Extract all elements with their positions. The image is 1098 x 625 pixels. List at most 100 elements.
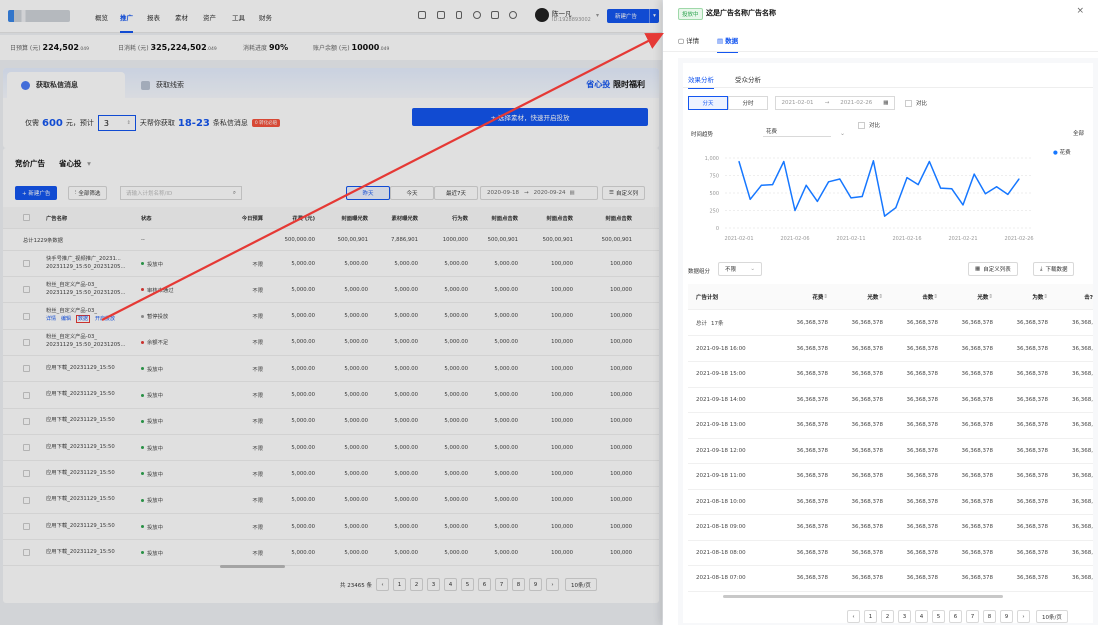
column-header[interactable]: 光数 ⇕ [948, 284, 993, 309]
sort-icon[interactable]: ⇕ [933, 294, 938, 300]
row-checkbox[interactable] [23, 514, 30, 539]
ad-name[interactable]: 应用下载_20231129_15:50 [46, 514, 134, 539]
prev-page-button[interactable]: ‹ [847, 610, 860, 623]
column-header[interactable]: 为数 ⇕ [1003, 284, 1048, 309]
table-row[interactable]: 应用下载_20231129_15:50 投放中 不限 5,000.00 5,000.00… [3, 435, 659, 462]
column-header[interactable]: 封面曝光数 [318, 207, 369, 228]
ad-name[interactable]: 应用下载_20231129_15:50 [46, 540, 134, 565]
seg-by-hour[interactable]: 分时 [728, 96, 768, 110]
download-icon[interactable] [418, 11, 426, 19]
custom-columns-button[interactable]: ☰ 自定义列 [602, 186, 645, 200]
column-header[interactable]: 素材曝光数 [373, 207, 419, 228]
seg-today[interactable]: 今天 [390, 186, 434, 200]
ad-name[interactable]: 粉丝_自定义产品-03_ 详情 编辑 数据 开启投放 [46, 304, 134, 329]
table-row[interactable]: 应用下载_20231129_15:50 投放中 不限 5,000.00 5,000.00… [3, 540, 659, 567]
mobile-icon[interactable] [456, 11, 462, 19]
ad-name[interactable]: 应用下载_20231129_15:50 [46, 383, 134, 408]
nav-materials[interactable]: 素材 [175, 12, 188, 22]
screen-icon[interactable] [437, 11, 445, 19]
nav-overview[interactable]: 概览 [95, 12, 108, 22]
table-row[interactable]: 应用下载_20231129_15:50 投放中 不限 5,000.00 5,000.00… [3, 356, 659, 383]
ad-name-line1[interactable]: 粉丝_自定义产品-03_ [46, 334, 97, 342]
page-button[interactable]: 1 [393, 578, 406, 591]
table-row[interactable]: 2021-08-18 09:00 36,368,378 36,368,378 36,3… [688, 515, 1093, 541]
tab-effect-analysis[interactable]: 效果分析 [688, 74, 714, 89]
filter-button[interactable]: ⫶ 全部筛选 [68, 186, 108, 200]
tab-private-messages[interactable]: 获取私信消息 [7, 72, 125, 98]
page-button[interactable]: 6 [949, 610, 962, 623]
table-row[interactable]: 应用下载_20231129_15:50 投放中 不限 5,000.00 5,000.00… [3, 487, 659, 514]
table-row[interactable]: 2021-09-18 14:00 36,368,378 36,368,378 36,3… [688, 387, 1093, 413]
caret-down-icon[interactable]: ▾ [649, 9, 659, 23]
column-header[interactable]: 状态 [141, 207, 211, 228]
row-checkbox[interactable] [23, 330, 30, 355]
ad-name[interactable]: 应用下载_20231129_15:50 [46, 356, 134, 381]
row-checkbox[interactable] [23, 356, 30, 381]
row-checkbox[interactable] [23, 409, 30, 434]
table-row[interactable]: 应用下载_20231129_15:50 投放中 不限 5,000.00 5,000.00… [3, 382, 659, 409]
budget-cell[interactable]: 不限 [223, 383, 263, 408]
row-checkbox[interactable] [23, 383, 30, 408]
ad-name[interactable]: 应用下载_20231129_15:50 [46, 409, 134, 434]
page-button[interactable]: 1 [864, 610, 877, 623]
budget-cell[interactable]: 不限 [223, 277, 263, 302]
table-row[interactable]: 2021-09-18 11:00 36,368,378 36,368,378 36,3… [688, 464, 1093, 490]
page-button[interactable]: 7 [966, 610, 979, 623]
row-action-link[interactable]: 开启投放 [95, 316, 115, 322]
column-header[interactable]: 封面点击数 [523, 207, 574, 228]
sort-icon[interactable]: ⇕ [988, 294, 993, 300]
row-action-link[interactable]: 数据 [76, 315, 91, 324]
tab-data[interactable]: ▤ 数据 [717, 35, 739, 53]
row-checkbox[interactable] [23, 461, 30, 486]
page-size-select[interactable]: 10条/页 [565, 578, 597, 591]
next-page-button[interactable]: › [1017, 610, 1030, 623]
column-header[interactable]: 行为数 [423, 207, 468, 228]
seg-last7[interactable]: 最近7天 [434, 186, 478, 200]
column-header[interactable]: 花费 ⇕ [783, 284, 828, 309]
next-page-button[interactable]: › [546, 578, 559, 591]
page-button[interactable]: 5 [932, 610, 945, 623]
budget-cell[interactable]: 不限 [223, 330, 263, 355]
column-header[interactable]: 光数 ⇕ [838, 284, 883, 309]
ad-name[interactable]: 应用下载_20231129_15:50 [46, 435, 134, 460]
nav-promotion[interactable]: 推广 [120, 12, 133, 33]
column-header[interactable]: 今日预算 [223, 207, 263, 228]
row-checkbox[interactable] [23, 251, 30, 276]
column-header[interactable]: 击? [1058, 284, 1093, 309]
column-header[interactable]: 封面点击数 [473, 207, 519, 228]
ad-name[interactable]: 应用下载_20231129_15:50 [46, 488, 134, 513]
ad-name-line1[interactable]: 应用下载_20231129_15:50 [46, 417, 115, 425]
ad-name[interactable]: 粉丝_自定义产品-03_ 20231129_15:50_20231205... [46, 330, 134, 355]
ad-name-line1[interactable]: 应用下载_20231129_15:50 [46, 391, 115, 399]
ad-name-line1[interactable]: 应用下载_20231129_15:50 [46, 470, 115, 478]
page-button[interactable]: 2 [881, 610, 894, 623]
ad-name-line1[interactable]: 应用下载_20231129_15:50 [46, 444, 115, 452]
page-button[interactable]: 8 [983, 610, 996, 623]
column-header[interactable]: 封面点击数 [578, 207, 633, 228]
budget-cell[interactable]: 不限 [223, 540, 263, 565]
table-row[interactable]: 应用下载_20231129_15:50 投放中 不限 5,000.00 5,000.00… [3, 514, 659, 540]
new-ad-button-secondary[interactable]: + 新建广告 [15, 186, 58, 200]
nav-tools[interactable]: 工具 [232, 12, 245, 22]
ad-name-line1[interactable]: 粉丝_自定义产品-03_ [46, 282, 97, 290]
page-button[interactable]: 6 [478, 578, 491, 591]
page-button[interactable]: 5 [461, 578, 474, 591]
select-all-checkbox[interactable] [23, 207, 30, 228]
budget-cell[interactable]: 不限 [223, 356, 263, 381]
table-row[interactable]: 2021-09-18 15:00 36,368,378 36,368,378 36,3… [688, 362, 1093, 388]
row-checkbox[interactable] [23, 277, 30, 302]
page-button[interactable]: 3 [898, 610, 911, 623]
budget-cell[interactable]: 不限 [223, 435, 263, 460]
bell-icon[interactable] [473, 11, 481, 19]
date-range-picker[interactable]: 2020-09-18 → 2020-09-24 ▦ [480, 186, 598, 200]
row-checkbox[interactable] [23, 435, 30, 460]
table-row[interactable]: 粉丝_自定义产品-03_ 20231129_15:50_20231205... 审核… [3, 277, 659, 304]
table-row[interactable]: 粉丝_自定义产品-03_ 20231129_15:50_20231205... 余额… [3, 329, 659, 356]
sort-icon[interactable]: ⇕ [878, 294, 883, 300]
table-row[interactable]: 2021-09-18 12:00 36,368,378 36,368,378 36,3… [688, 438, 1093, 464]
column-header[interactable]: 广告计划 [696, 284, 766, 309]
table-row[interactable]: 应用下载_20231129_15:50 投放中 不限 5,000.00 5,000.00… [3, 461, 659, 488]
budget-cell[interactable]: 不限 [223, 304, 263, 329]
download-data-button[interactable]: ⤓ 下载数据 [1033, 262, 1075, 276]
ad-name-line1[interactable]: 应用下载_20231129_15:50 [46, 549, 115, 557]
